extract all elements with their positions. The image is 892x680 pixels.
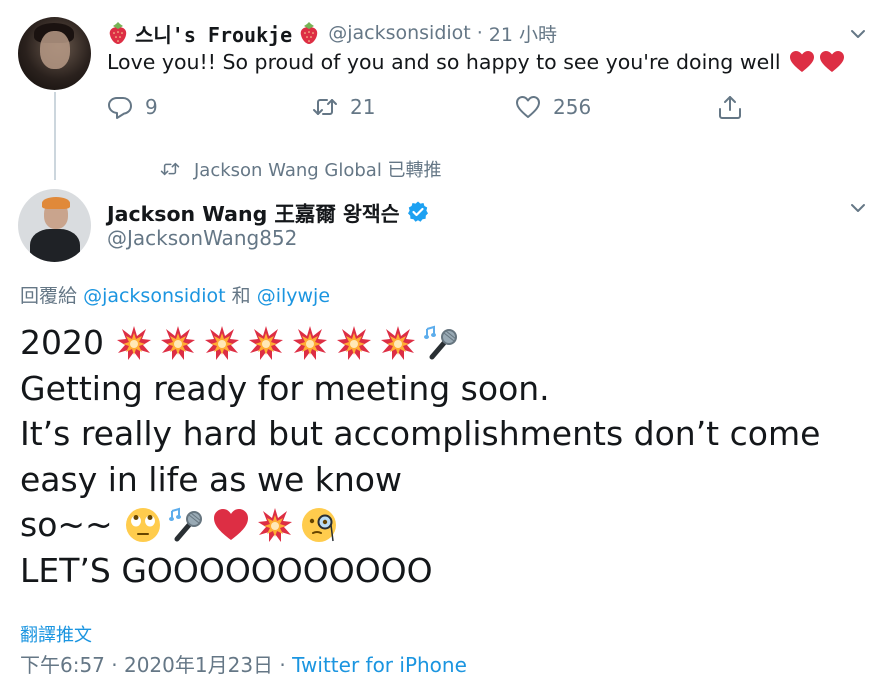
like-count: 256 xyxy=(553,95,592,119)
tweet1-handle[interactable]: @jacksonsidiot xyxy=(328,22,471,44)
reply-count: 9 xyxy=(145,95,158,119)
tweet-line: It’s really hard but accomplishments don… xyxy=(20,411,820,457)
monocle-face-emoji xyxy=(301,507,337,543)
red-heart-emoji xyxy=(819,50,845,74)
header-separator: · xyxy=(476,22,483,44)
share-icon xyxy=(719,96,741,119)
tweet1-text: Love you!! So proud of you and so happy … xyxy=(107,50,781,74)
microphone-emoji xyxy=(423,325,460,361)
retweet-button[interactable]: 21 xyxy=(312,94,375,120)
share-button[interactable] xyxy=(717,94,755,120)
reply-button[interactable]: 9 xyxy=(107,94,158,120)
reply-mention-ilywje[interactable]: @ilywje xyxy=(257,285,330,307)
strawberry-emoji xyxy=(107,21,129,45)
tweet-source-link[interactable]: Twitter for iPhone xyxy=(292,653,467,677)
tweet-line-text: 2020 xyxy=(20,323,104,362)
chevron-down-icon[interactable] xyxy=(848,24,868,44)
tweet-line-text: LET’S GOOOOOOOOOOO xyxy=(20,550,433,590)
collision-emoji xyxy=(248,325,284,361)
thread-connector-line xyxy=(54,92,56,180)
avatar-jacksonwang852[interactable] xyxy=(18,189,91,262)
collision-emoji xyxy=(204,325,240,361)
strawberry-emoji xyxy=(298,21,320,45)
tweet-line-text: easy in life as we know xyxy=(20,459,402,499)
tweet-line-text: Getting ready for meeting soon. xyxy=(20,368,550,408)
avatar-jacksonsidiot[interactable] xyxy=(18,17,91,90)
tweet-line: easy in life as we know xyxy=(20,457,820,503)
retweet-count: 21 xyxy=(350,95,376,119)
tweet-line: 2020 xyxy=(20,320,820,366)
tweet-line: so~~ xyxy=(20,502,820,548)
tweet-line: LET’S GOOOOOOOOOOO xyxy=(20,548,820,594)
heart-outline-icon xyxy=(516,96,540,118)
footer-separator: · xyxy=(279,653,286,677)
red-heart-emoji xyxy=(213,507,249,543)
collision-emoji xyxy=(160,325,196,361)
red-heart-emoji xyxy=(789,50,815,74)
tweet-line: Getting ready for meeting soon. xyxy=(20,366,820,412)
tweet-line-text: It’s really hard but accomplishments don… xyxy=(20,414,821,453)
retweet-icon xyxy=(313,99,337,115)
tweet2-display-name[interactable]: Jackson Wang 王嘉爾 왕잭슨 xyxy=(107,197,400,227)
tweet1-header: 스니's Froukje @jacksonsidiot · 21 小時 xyxy=(107,18,557,48)
retweet-banner-text: Jackson Wang Global 已轉推 xyxy=(194,160,442,181)
collision-emoji xyxy=(257,507,293,543)
tweet2-timestamp[interactable]: 下午6:57 · 2020年1月23日 xyxy=(20,653,273,677)
reply-prefix: 回覆給 xyxy=(20,285,78,307)
reply-mention-jacksonsidiot[interactable]: @jacksonsidiot xyxy=(83,285,226,307)
collision-emoji xyxy=(336,325,372,361)
tweet1-display-name[interactable]: 스니's Froukje xyxy=(135,19,292,48)
reply-conjunction: 和 xyxy=(231,285,251,307)
verified-badge-icon xyxy=(407,201,428,222)
tweet1-action-bar: 9 21 256 xyxy=(107,94,757,124)
collision-emoji xyxy=(380,325,416,361)
translate-tweet-link[interactable]: 翻譯推文 xyxy=(20,621,92,647)
like-button[interactable]: 256 xyxy=(515,94,591,120)
microphone-emoji xyxy=(168,507,205,543)
retweet-icon xyxy=(160,162,180,176)
tweet2-footer: 下午6:57 · 2020年1月23日 · Twitter for iPhone xyxy=(20,649,467,678)
collision-emoji xyxy=(116,325,152,361)
collision-emoji xyxy=(292,325,328,361)
eye-roll-emoji xyxy=(125,507,161,543)
retweet-banner[interactable]: Jackson Wang Global 已轉推 xyxy=(160,156,442,182)
tweet2-handle[interactable]: @JacksonWang852 xyxy=(107,226,297,250)
tweet2-body: 2020 Getting ready for meeting soon. It’… xyxy=(20,320,820,593)
reply-to-line: 回覆給 @jacksonsidiot 和 @ilywje xyxy=(20,281,330,308)
tweet1-timestamp[interactable]: 21 小時 xyxy=(489,20,557,47)
tweet-line-text: so~~ xyxy=(20,505,113,544)
chevron-down-icon[interactable] xyxy=(848,198,868,218)
tweet1-text-row: Love you!! So proud of you and so happy … xyxy=(107,50,845,74)
tweet2-name-row: Jackson Wang 王嘉爾 왕잭슨 xyxy=(107,197,430,227)
reply-icon xyxy=(108,97,132,119)
